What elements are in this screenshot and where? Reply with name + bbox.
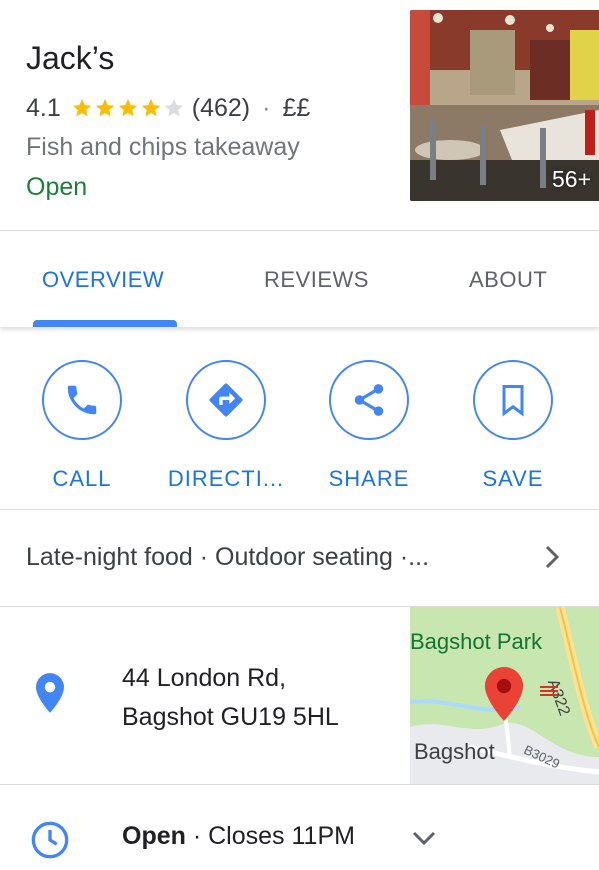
save-button-circle: [473, 360, 553, 440]
place-header: Jack’s 4.1 (462) · ££ Fish and chips tak…: [0, 0, 599, 230]
address-line-1: 44 London Rd,: [122, 664, 287, 692]
place-name: Jack’s: [26, 40, 115, 76]
share-button-circle: [329, 360, 409, 440]
directions-button-circle: [186, 360, 266, 440]
phone-icon: [67, 385, 97, 415]
share-icon: [354, 384, 384, 416]
rating-stars: [71, 97, 186, 119]
separator-dot: ·: [262, 93, 271, 122]
call-button-circle: [42, 360, 122, 440]
hours-row[interactable]: Open · Closes 11PM: [0, 785, 599, 870]
directions-label: DIRECTI...: [167, 466, 285, 491]
open-status: Open: [26, 173, 88, 201]
address-line-2: Bagshot GU19 5HL: [122, 703, 339, 731]
star-full-icon: [72, 98, 91, 117]
location-pin-icon: [36, 673, 64, 713]
clock-icon: [31, 821, 69, 859]
directions-icon: [209, 383, 243, 417]
call-label: CALL: [52, 466, 112, 491]
save-label: SAVE: [482, 466, 544, 491]
rating-value: 4.1: [26, 93, 61, 122]
active-tab-indicator: [33, 320, 177, 327]
rating-row[interactable]: 4.1 (462) · ££: [26, 92, 310, 124]
features-text: Late-night food · Outdoor seating ·...: [26, 543, 430, 571]
map-town-label: Bagshot: [414, 739, 495, 764]
map-thumbnail[interactable]: Bagshot Park Bagshot A322 B3029: [410, 607, 599, 784]
tab-reviews[interactable]: REVIEWS: [264, 267, 369, 293]
train-station-icon: [540, 686, 558, 696]
tab-overview[interactable]: OVERVIEW: [42, 267, 164, 293]
share-label: SHARE: [328, 466, 410, 491]
features-row[interactable]: Late-night food · Outdoor seating ·...: [0, 510, 599, 606]
tab-bar: OVERVIEW REVIEWS ABOUT: [0, 231, 599, 327]
star-empty-icon: [164, 98, 183, 117]
map-marker-icon: [484, 667, 524, 721]
star-full-icon: [118, 98, 137, 117]
place-photo[interactable]: 56+: [410, 10, 599, 201]
price-level: ££: [282, 93, 311, 122]
review-count: (462): [191, 93, 251, 122]
bookmark-icon: [502, 385, 524, 417]
address-row[interactable]: 44 London Rd, Bagshot GU19 5HL Bagshot P…: [0, 607, 599, 784]
star-full-icon: [95, 98, 114, 117]
directions-button[interactable]: DIRECTI...: [156, 360, 296, 492]
hours-text: Open · Closes 11PM: [122, 822, 355, 851]
action-buttons: CALL DIRECTI... SHARE SAVE: [0, 328, 599, 508]
photo-count: 56+: [551, 166, 591, 192]
chevron-right-icon: [545, 545, 560, 569]
map-park-label: Bagshot Park: [410, 629, 543, 654]
chevron-down-icon[interactable]: [410, 829, 438, 847]
hours-separator: ·: [185, 822, 209, 850]
place-category: Fish and chips takeaway: [26, 133, 300, 161]
share-button[interactable]: SHARE: [299, 360, 439, 492]
closing-time: Closes 11PM: [208, 822, 355, 850]
tab-about[interactable]: ABOUT: [469, 267, 547, 293]
call-button[interactable]: CALL: [12, 360, 152, 492]
hours-status: Open: [122, 822, 186, 850]
save-button[interactable]: SAVE: [443, 360, 583, 492]
star-full-icon: [141, 98, 160, 117]
